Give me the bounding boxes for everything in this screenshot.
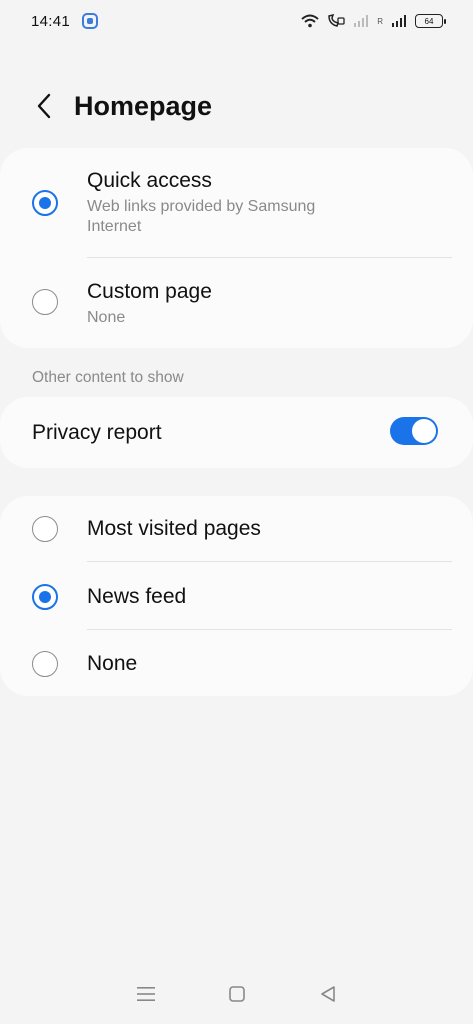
option-subtitle: None <box>87 309 126 326</box>
radio-quick-access[interactable] <box>32 190 58 216</box>
option-title: Quick access <box>87 169 212 192</box>
roaming-label: R <box>377 16 383 26</box>
divider <box>87 257 452 258</box>
back-button[interactable] <box>24 86 64 126</box>
privacy-report-card: Privacy report <box>0 397 473 468</box>
option-title: News feed <box>87 585 187 608</box>
radio-news-feed[interactable] <box>32 584 58 610</box>
system-nav-bar <box>0 964 473 1024</box>
section-label: Other content to show <box>32 369 184 386</box>
app-notification-icon <box>82 13 99 29</box>
page-title: Homepage <box>74 90 213 121</box>
option-title: None <box>87 652 138 675</box>
nav-home-button[interactable] <box>217 974 257 1014</box>
square-icon <box>228 986 245 1002</box>
chevron-left-icon <box>37 93 51 119</box>
radio-custom-page[interactable] <box>32 289 58 315</box>
option-quick-access[interactable]: Quick access Web links provided by Samsu… <box>0 168 473 258</box>
volte-call-icon <box>328 14 345 27</box>
radio-most-visited[interactable] <box>32 516 58 542</box>
screen: 14:41 R 64 Homepage Quick access Web lin… <box>0 0 473 1024</box>
option-most-visited[interactable]: Most visited pages <box>0 516 473 546</box>
nav-recent-button[interactable] <box>126 974 166 1014</box>
option-subtitle: Web links provided by Samsung Internet <box>87 198 316 235</box>
homepage-options-card: Quick access Web links provided by Samsu… <box>0 148 473 348</box>
status-time: 14:41 <box>31 12 71 30</box>
option-custom-page[interactable]: Custom page None <box>0 279 473 339</box>
header: Homepage <box>0 78 473 134</box>
triangle-back-icon <box>320 986 335 1002</box>
option-title: Most visited pages <box>87 517 261 540</box>
status-icons: R 64 <box>301 14 446 28</box>
wifi-icon <box>301 14 319 28</box>
option-title: Custom page <box>87 280 212 303</box>
signal-sim1-icon <box>354 15 369 27</box>
divider <box>87 561 452 562</box>
option-news-feed[interactable]: News feed <box>0 584 473 614</box>
divider <box>87 629 452 630</box>
privacy-report-toggle[interactable] <box>390 417 438 445</box>
nav-back-button[interactable] <box>308 974 348 1014</box>
option-none[interactable]: None <box>0 651 473 681</box>
battery-icon: 64 <box>415 14 446 28</box>
signal-sim2-icon <box>392 15 406 27</box>
status-bar: 14:41 R 64 <box>0 0 473 42</box>
menu-lines-icon <box>136 987 155 1001</box>
content-options-card: Most visited pages News feed None <box>0 496 473 696</box>
radio-none[interactable] <box>32 651 58 677</box>
